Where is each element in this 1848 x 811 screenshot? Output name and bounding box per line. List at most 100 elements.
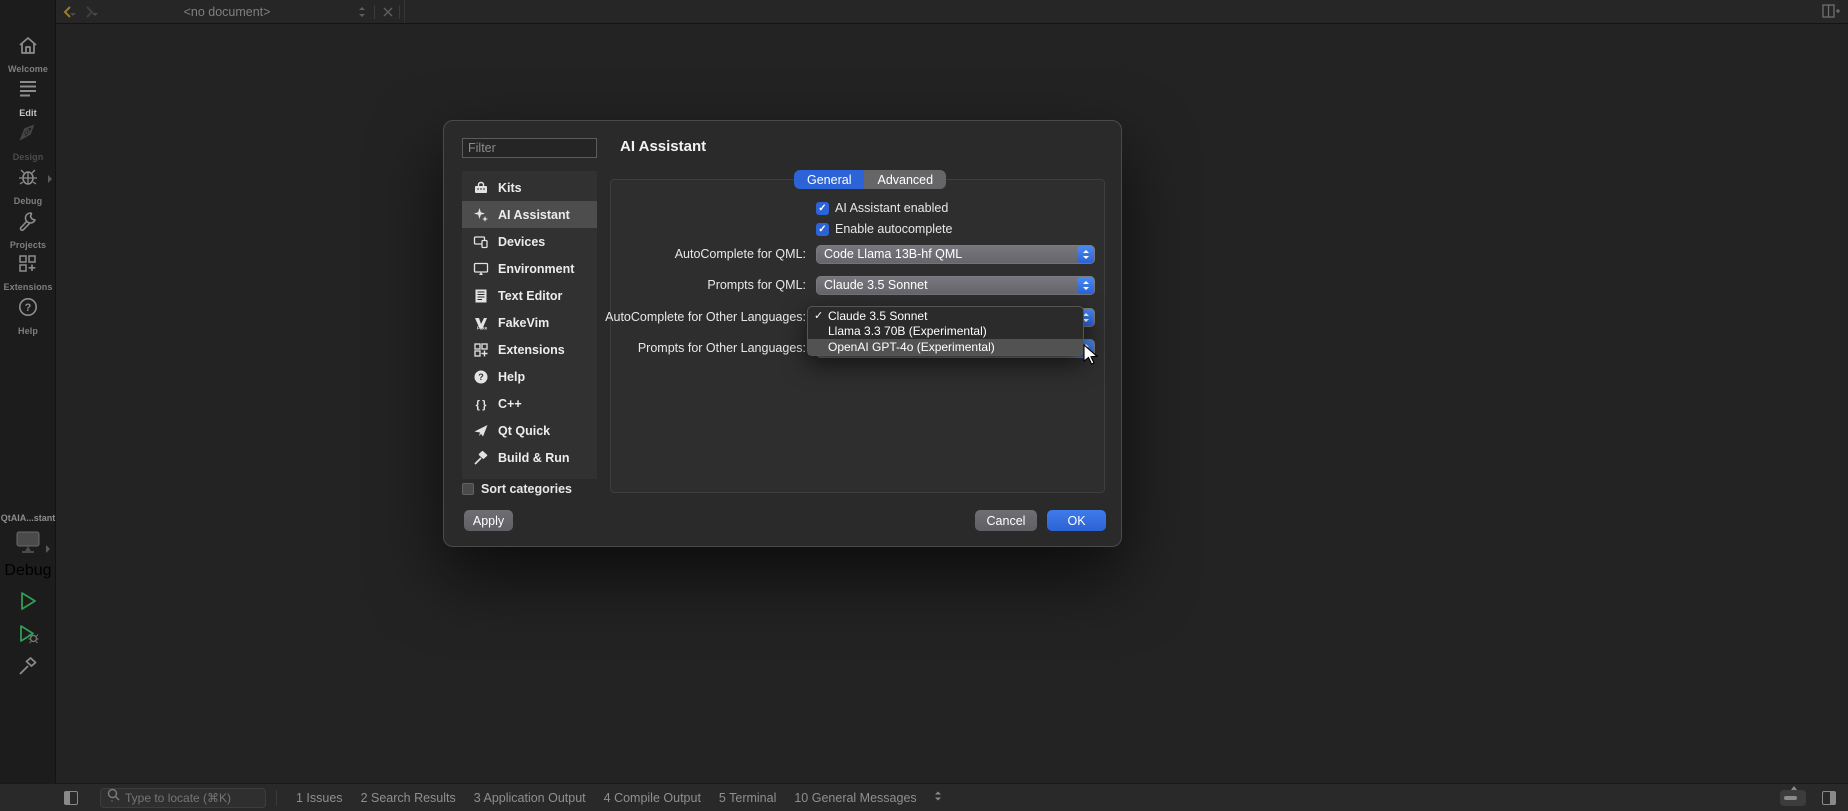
close-document-icon[interactable] (379, 7, 397, 17)
select-stepper-icon (1077, 246, 1094, 263)
sidebar-item-edit[interactable]: Edit (0, 78, 56, 118)
paper-plane-icon (473, 423, 489, 439)
locator-input[interactable] (125, 791, 245, 805)
document-dropdown-icon[interactable] (354, 6, 370, 18)
prompts-qml-label: Prompts for QML: (484, 276, 806, 295)
sidebar-item-projects[interactable]: Projects (0, 210, 56, 250)
tab-general[interactable]: General (794, 170, 864, 189)
category-label: Qt Quick (498, 424, 550, 438)
tab-advanced[interactable]: Advanced (864, 170, 946, 189)
category-item-cpp[interactable]: { } C++ (462, 390, 597, 417)
toggle-left-sidebar-icon[interactable] (64, 791, 78, 805)
sort-categories-checkbox[interactable] (462, 483, 474, 495)
menu-item-label: Claude 3.5 Sonnet (828, 309, 927, 323)
pane-overflow-icon[interactable] (934, 789, 942, 807)
sidebar-item-label: Projects (10, 240, 46, 250)
divider (374, 5, 375, 19)
ok-button[interactable]: OK (1047, 510, 1106, 531)
forward-icon[interactable] (78, 6, 100, 18)
category-item-qt-quick[interactable]: Qt Quick (462, 417, 597, 444)
svg-text:?: ? (478, 372, 484, 382)
select-value: Code Llama 13B-hf QML (824, 245, 962, 264)
menu-item-gpt4o[interactable]: OpenAI GPT-4o (Experimental) (808, 339, 1083, 355)
chevron-right-icon[interactable] (48, 175, 52, 183)
pane-search-results[interactable]: 2 Search Results (361, 791, 456, 805)
pane-application-output[interactable]: 3 Application Output (474, 791, 586, 805)
page-title: AI Assistant (620, 138, 706, 155)
sparkles-icon (473, 207, 489, 223)
enable-autocomplete-checkbox[interactable]: ✓ (816, 223, 829, 236)
sidebar-item-help[interactable]: ? Help (0, 296, 56, 336)
debug-run-button[interactable] (16, 622, 40, 646)
prompts-qml-select[interactable]: Claude 3.5 Sonnet (816, 276, 1095, 295)
svg-text:?: ? (25, 302, 32, 314)
tab-bar: General Advanced (794, 170, 946, 189)
sidebar-item-debug[interactable]: Debug (0, 166, 56, 206)
filter-input[interactable] (462, 138, 597, 158)
checkmark-icon: ✓ (814, 309, 824, 322)
toggle-right-sidebar-icon[interactable] (1822, 791, 1836, 805)
category-item-ai-assistant[interactable]: AI Assistant (462, 201, 597, 228)
back-icon[interactable] (56, 6, 78, 18)
mode-sidebar: Welcome Edit Design Debug Project (0, 0, 56, 783)
document-title: <no document> (100, 5, 354, 19)
run-button[interactable] (16, 589, 40, 613)
select-stepper-icon (1077, 277, 1094, 294)
status-bar: 1 Issues 2 Search Results 3 Application … (0, 783, 1848, 811)
toolbox-icon (473, 180, 489, 196)
model-dropdown-menu: ✓ Claude 3.5 Sonnet Llama 3.3 70B (Exper… (807, 306, 1084, 356)
category-label: AI Assistant (498, 208, 570, 222)
sort-categories-row: Sort categories (462, 482, 572, 496)
category-label: Kits (498, 181, 522, 195)
category-item-build-run[interactable]: Build & Run (462, 444, 597, 471)
category-item-help[interactable]: ? Help (462, 363, 597, 390)
kit-selector[interactable]: Debug (0, 529, 56, 580)
divider (399, 5, 400, 19)
braces-icon: { } (473, 396, 489, 412)
autocomplete-qml-label: AutoComplete for QML: (484, 245, 806, 264)
autocomplete-other-label: AutoComplete for Other Languages: (484, 308, 806, 327)
pane-compile-output[interactable]: 4 Compile Output (604, 791, 701, 805)
sidebar-item-welcome[interactable]: Welcome (0, 34, 56, 74)
build-button[interactable] (16, 654, 40, 678)
checkbox-label: AI Assistant enabled (835, 201, 948, 215)
apply-button[interactable]: Apply (464, 510, 513, 531)
sort-categories-label: Sort categories (481, 482, 572, 496)
active-project-label: QtAIA...stant (0, 513, 56, 523)
monitor-icon (13, 529, 43, 560)
build-progress-button[interactable] (1780, 790, 1806, 806)
help-icon: ? (473, 369, 489, 385)
category-item-kits[interactable]: Kits (462, 174, 597, 201)
prompts-other-label: Prompts for Other Languages: (484, 339, 806, 358)
select-value: Claude 3.5 Sonnet (824, 276, 928, 295)
document-tab[interactable]: <no document> (56, 0, 405, 23)
sidebar-item-extensions[interactable]: Extensions (0, 252, 56, 292)
kit-label: Debug (4, 562, 51, 580)
pane-terminal[interactable]: 5 Terminal (719, 791, 776, 805)
pen-icon (16, 122, 40, 149)
pane-general-messages[interactable]: 10 General Messages (794, 791, 916, 805)
menu-item-claude[interactable]: ✓ Claude 3.5 Sonnet (808, 308, 1083, 324)
extensions-icon (16, 252, 40, 279)
cancel-button[interactable]: Cancel (975, 510, 1037, 531)
menu-item-label: Llama 3.3 70B (Experimental) (828, 324, 987, 338)
bug-icon (16, 166, 40, 193)
sidebar-item-label: Debug (14, 196, 43, 206)
search-icon (107, 788, 120, 807)
ai-assistant-enabled-checkbox[interactable]: ✓ (816, 202, 829, 215)
split-editor-icon[interactable] (1822, 4, 1840, 23)
autocomplete-qml-select[interactable]: Code Llama 13B-hf QML (816, 245, 1095, 264)
menu-item-label: OpenAI GPT-4o (Experimental) (828, 340, 995, 354)
wrench-icon (16, 210, 40, 237)
chevron-right-icon[interactable] (46, 545, 50, 553)
home-icon (16, 34, 40, 61)
sidebar-item-label: Design (13, 152, 44, 162)
locator-field[interactable] (100, 788, 266, 808)
pane-issues[interactable]: 1 Issues (296, 791, 343, 805)
checkbox-label: Enable autocomplete (835, 222, 952, 236)
qt-creator-window: <no document> Welcome Edit (0, 0, 1848, 811)
menu-item-llama[interactable]: Llama 3.3 70B (Experimental) (808, 324, 1083, 340)
ai-assistant-enabled-row: ✓ AI Assistant enabled (816, 201, 948, 215)
editor-topbar: <no document> (56, 0, 1848, 24)
category-label: C++ (498, 397, 522, 411)
